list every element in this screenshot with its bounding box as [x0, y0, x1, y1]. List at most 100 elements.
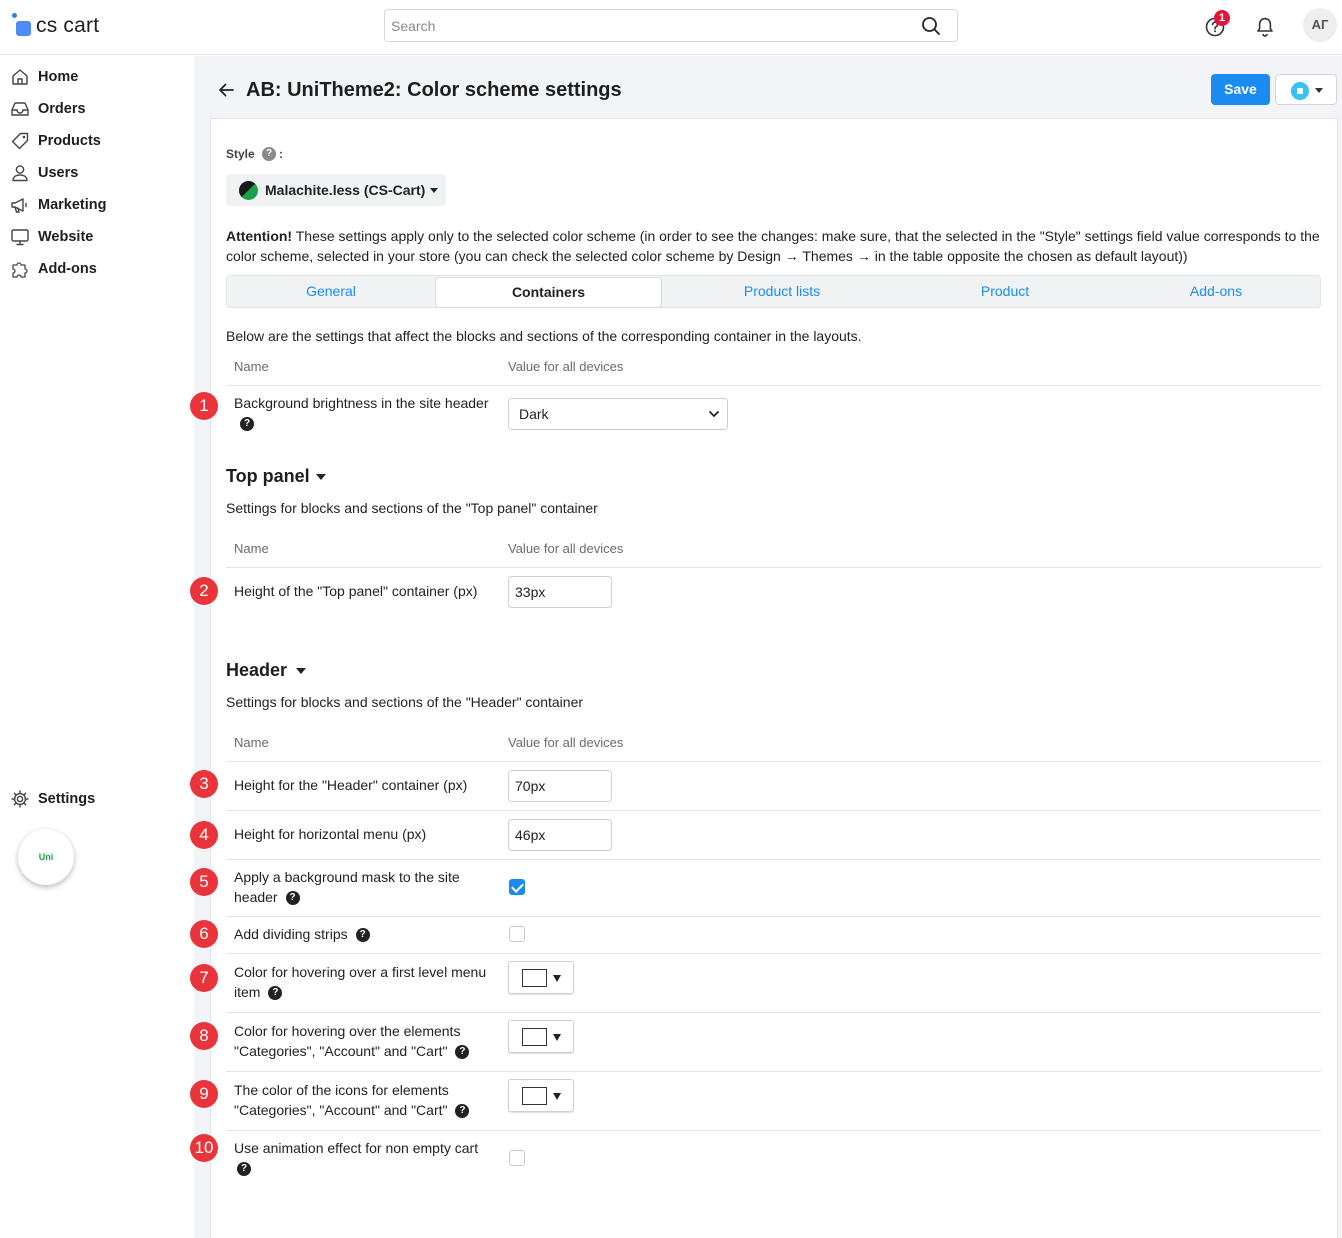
chevron-down-icon: [709, 411, 719, 417]
column-header-name: Name: [234, 359, 269, 374]
help-icon[interactable]: ?: [285, 891, 300, 906]
sidebar-item-marketing[interactable]: Marketing: [10, 191, 107, 219]
help-icon[interactable]: ?: [237, 1162, 251, 1177]
color-swatch: [522, 1028, 547, 1046]
caret-down-icon[interactable]: [316, 474, 326, 480]
setting-label: Add dividing strips?: [234, 924, 496, 944]
setting-label: Apply a background mask to the site head…: [234, 867, 474, 907]
sidebar-item-users[interactable]: Users: [10, 159, 78, 187]
step-badge: 9: [190, 1080, 218, 1108]
menu-hover-color-picker[interactable]: [508, 961, 574, 994]
step-badge: 3: [190, 770, 218, 798]
help-icon[interactable]: ?: [268, 986, 283, 1001]
divider: [226, 1130, 1321, 1131]
setting-label: Use animation effect for non empty cart?: [234, 1138, 496, 1178]
sidebar-item-label: Users: [38, 165, 79, 181]
top-panel-height-input[interactable]: [508, 576, 612, 608]
section-title-top-panel[interactable]: Top panel: [226, 466, 310, 487]
sidebar-item-website[interactable]: Website: [10, 223, 93, 251]
sidebar-item-home[interactable]: Home: [10, 63, 78, 91]
section-title-header[interactable]: Header: [226, 660, 287, 681]
megaphone-icon: [11, 198, 27, 213]
divider: [226, 859, 1321, 860]
setting-label-text: Color for hovering over the elements "Ca…: [234, 1023, 461, 1059]
color-swatch: [522, 969, 547, 987]
cart-animation-checkbox[interactable]: [509, 1150, 525, 1166]
sidebar-item-addons[interactable]: Add-ons: [10, 255, 97, 283]
setting-label: Color for hovering over a first level me…: [234, 962, 496, 1002]
logo-mark-icon: [12, 13, 34, 39]
step-badge: 5: [190, 868, 218, 896]
home-icon: [12, 69, 28, 85]
style-colon: :: [279, 147, 283, 161]
search-box: [384, 9, 958, 42]
tag-icon: [11, 132, 29, 150]
search-icon[interactable]: [921, 16, 941, 36]
tab-containers[interactable]: Containers: [435, 277, 662, 308]
monitor-icon: [11, 229, 29, 246]
help-icon[interactable]: ?: [455, 1045, 470, 1060]
divider: [226, 810, 1321, 811]
setting-label: Height of the "Top panel" container (px): [234, 583, 478, 599]
attention-text: These settings apply only to the selecte…: [226, 228, 1320, 264]
section-desc: Settings for blocks and sections of the …: [226, 500, 598, 516]
sidebar-item-label: Marketing: [38, 197, 107, 213]
sidebar-item-label: Orders: [38, 101, 86, 117]
header-height-input[interactable]: [508, 770, 612, 802]
setting-label: The color of the icons for elements "Cat…: [234, 1080, 496, 1120]
icons-color-picker[interactable]: [508, 1079, 574, 1112]
bell-icon[interactable]: [1254, 14, 1276, 38]
back-arrow-icon[interactable]: [217, 80, 235, 100]
setting-label-text: Use animation effect for non empty cart: [234, 1140, 479, 1156]
sidebar-item-products[interactable]: Products: [10, 127, 101, 155]
cs-cart-logo[interactable]: cs cart: [12, 13, 99, 39]
divider: [226, 761, 1321, 762]
header-brightness-select[interactable]: Dark: [508, 398, 728, 430]
setting-label: Background brightness in the site header…: [234, 393, 496, 433]
horizontal-menu-height-input[interactable]: [508, 819, 612, 851]
tab-product-lists[interactable]: Product lists: [671, 276, 893, 307]
logo-text: cs cart: [36, 14, 100, 37]
divider: [226, 916, 1321, 917]
help-icon[interactable]: ?: [455, 1104, 470, 1119]
step-badge: 4: [190, 821, 218, 849]
divider: [226, 1071, 1321, 1072]
elements-hover-color-picker[interactable]: [508, 1020, 574, 1053]
setting-label-text: The color of the icons for elements "Cat…: [234, 1082, 449, 1118]
gear-icon: [11, 790, 29, 808]
color-swatch: [522, 1087, 547, 1105]
tab-addons[interactable]: Add-ons: [1117, 276, 1315, 307]
step-badge: 8: [190, 1022, 218, 1050]
step-badge: 6: [190, 920, 218, 948]
notification-count-badge: 1: [1214, 10, 1230, 26]
help-icon[interactable]: ?: [262, 147, 276, 161]
setting-label: Color for hovering over the elements "Ca…: [234, 1021, 496, 1061]
sidebar-item-settings[interactable]: Settings: [10, 785, 95, 813]
column-header-value: Value for all devices: [508, 541, 624, 556]
sidebar-item-label: Add-ons: [38, 261, 97, 277]
caret-down-icon: [553, 975, 561, 982]
column-header-name: Name: [234, 541, 269, 556]
sidebar-item-label: Home: [38, 69, 79, 85]
dividing-strips-checkbox[interactable]: [509, 926, 525, 942]
sidebar-item-orders[interactable]: Orders: [10, 95, 86, 123]
setting-label-text: Add dividing strips: [234, 926, 348, 942]
search-input[interactable]: [385, 10, 905, 41]
tools-dropdown-button[interactable]: [1275, 74, 1337, 105]
uni-widget-button[interactable]: Uni: [18, 829, 74, 885]
tab-general[interactable]: General: [227, 276, 435, 307]
user-avatar[interactable]: АГ: [1303, 8, 1337, 42]
top-bar: cs cart 1 АГ: [0, 0, 1342, 55]
style-swatch-icon: [239, 180, 258, 200]
background-mask-checkbox[interactable]: [509, 879, 525, 895]
column-header-name: Name: [234, 735, 269, 750]
help-icon[interactable]: ?: [240, 417, 254, 432]
save-button[interactable]: Save: [1211, 74, 1270, 105]
caret-down-icon[interactable]: [296, 668, 306, 674]
help-icon[interactable]: ?: [355, 928, 370, 943]
caret-down-icon: [553, 1093, 561, 1100]
divider: [226, 1012, 1321, 1013]
tab-product[interactable]: Product: [893, 276, 1117, 307]
divider: [226, 385, 1321, 386]
style-selector[interactable]: Malachite.less (CS-Cart): [226, 174, 446, 206]
